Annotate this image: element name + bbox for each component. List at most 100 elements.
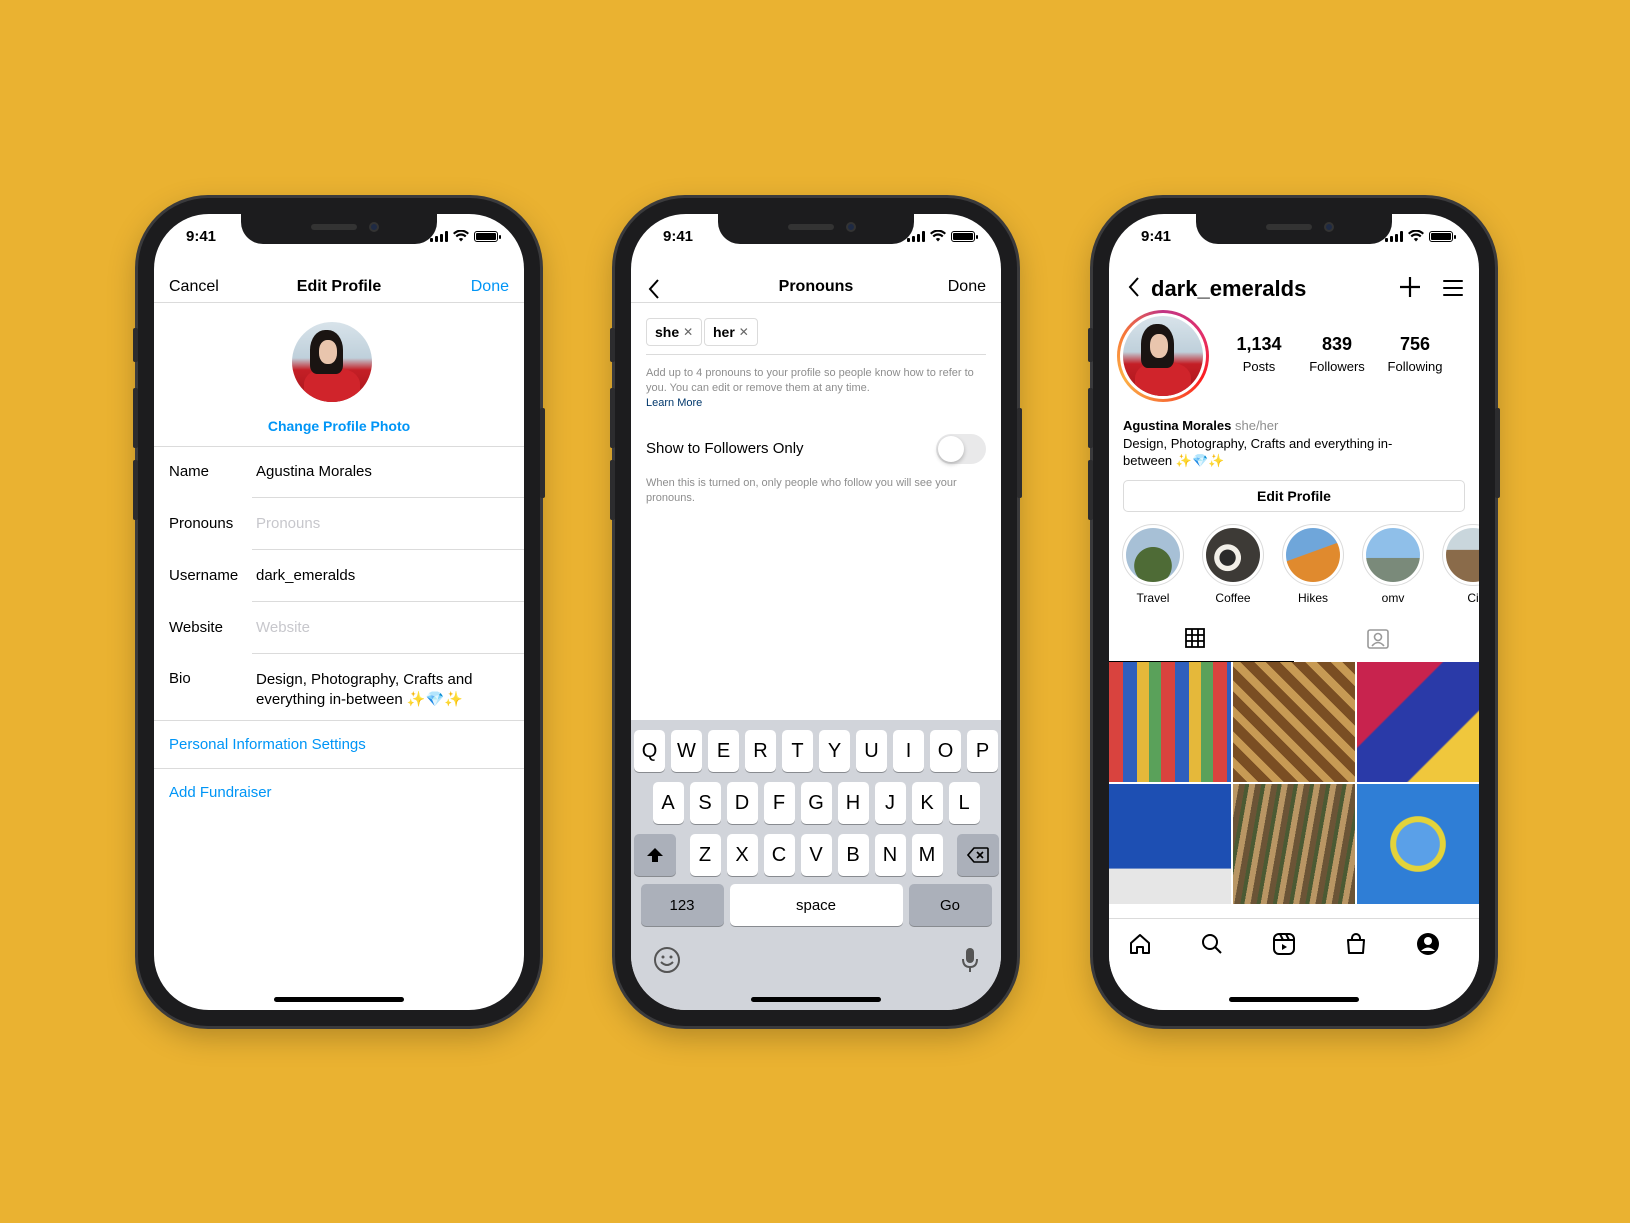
- done-button[interactable]: Done: [471, 278, 509, 296]
- profile-tab-icon[interactable]: [1415, 931, 1441, 957]
- post-thumbnail[interactable]: [1357, 784, 1479, 904]
- phone-edit-profile: 9:41 Cancel Edit Profile Done Change Pro…: [133, 198, 545, 1026]
- key-g[interactable]: G: [800, 782, 832, 824]
- stat-number: 839: [1321, 334, 1353, 354]
- pronoun-chip-she[interactable]: she ✕: [646, 318, 703, 346]
- edit-profile-button[interactable]: Edit Profile: [1123, 480, 1465, 512]
- stat-following[interactable]: 756 Following: [1375, 334, 1455, 374]
- key-l[interactable]: L: [948, 782, 980, 824]
- key-c[interactable]: C: [763, 834, 795, 876]
- post-thumbnail[interactable]: [1109, 662, 1231, 782]
- name-field[interactable]: Agustina Morales: [256, 463, 372, 480]
- home-icon[interactable]: [1127, 931, 1153, 957]
- stat-posts[interactable]: 1,134 Posts: [1219, 334, 1299, 374]
- profile-tabs: [1109, 618, 1479, 662]
- space-key[interactable]: space: [729, 884, 903, 926]
- post-thumbnail[interactable]: [1357, 662, 1479, 782]
- stat-followers[interactable]: 839 Followers: [1297, 334, 1377, 374]
- key-w[interactable]: W: [671, 730, 702, 772]
- home-indicator[interactable]: [274, 997, 404, 1002]
- notch: [1196, 214, 1392, 244]
- numbers-key[interactable]: 123: [640, 884, 724, 926]
- cancel-button[interactable]: Cancel: [169, 278, 219, 296]
- key-f[interactable]: F: [763, 782, 795, 824]
- key-x[interactable]: X: [726, 834, 758, 876]
- keyboard: QWERTYUIOP ASDFGHJKL ZXCVBNM 123 space G…: [631, 720, 1001, 1010]
- phone-profile: 9:41 dark_emeralds 1,134 Posts 839 Follo…: [1088, 198, 1500, 1026]
- back-chevron-icon[interactable]: [647, 278, 661, 300]
- followers-only-toggle[interactable]: [936, 434, 986, 464]
- keyboard-row-4: 123 space Go: [631, 884, 1001, 926]
- highlight-coffee[interactable]: Coffee: [1201, 524, 1265, 605]
- key-t[interactable]: T: [782, 730, 813, 772]
- highlight-travel[interactable]: Travel: [1121, 524, 1185, 605]
- microphone-icon[interactable]: [961, 946, 979, 974]
- profile-avatar-ring[interactable]: [1117, 310, 1209, 402]
- key-n[interactable]: N: [874, 834, 906, 876]
- keyboard-row-2: ASDFGHJKL: [631, 782, 1001, 824]
- username-field[interactable]: dark_emeralds: [256, 567, 355, 584]
- post-thumbnail[interactable]: [1109, 784, 1231, 904]
- done-button[interactable]: Done: [948, 278, 986, 296]
- key-y[interactable]: Y: [819, 730, 850, 772]
- back-chevron-icon[interactable]: [1127, 276, 1141, 298]
- key-p[interactable]: P: [967, 730, 998, 772]
- key-d[interactable]: D: [726, 782, 758, 824]
- page-title: Pronouns: [778, 278, 854, 295]
- key-b[interactable]: B: [837, 834, 869, 876]
- key-i[interactable]: I: [893, 730, 924, 772]
- search-icon[interactable]: [1199, 931, 1225, 957]
- phone-pronouns: 9:41 Pronouns Done she ✕ her ✕ Add up to 4…: [610, 198, 1022, 1026]
- form-row-pronouns[interactable]: Pronouns Pronouns: [154, 498, 524, 550]
- status-time: 9:41: [663, 228, 694, 245]
- go-key[interactable]: Go: [908, 884, 992, 926]
- key-a[interactable]: A: [652, 782, 684, 824]
- home-indicator[interactable]: [751, 997, 881, 1002]
- personal-information-settings-link[interactable]: Personal Information Settings: [169, 736, 366, 753]
- key-r[interactable]: R: [745, 730, 776, 772]
- shift-key[interactable]: [633, 834, 676, 876]
- website-field[interactable]: Website: [256, 619, 310, 636]
- key-v[interactable]: V: [800, 834, 832, 876]
- key-k[interactable]: K: [911, 782, 943, 824]
- learn-more-link[interactable]: Learn More: [646, 397, 702, 409]
- remove-chip-icon[interactable]: ✕: [683, 319, 693, 345]
- remove-chip-icon[interactable]: ✕: [739, 319, 749, 345]
- reels-icon[interactable]: [1271, 931, 1297, 957]
- highlight-hikes[interactable]: Hikes: [1281, 524, 1345, 605]
- menu-icon[interactable]: [1443, 280, 1463, 296]
- emoji-icon[interactable]: [653, 946, 681, 974]
- key-j[interactable]: J: [874, 782, 906, 824]
- pronouns-field[interactable]: Pronouns: [256, 515, 320, 532]
- key-e[interactable]: E: [708, 730, 739, 772]
- shop-icon[interactable]: [1343, 931, 1369, 957]
- tagged-icon[interactable]: [1367, 627, 1389, 649]
- add-fundraiser-link[interactable]: Add Fundraiser: [169, 784, 272, 801]
- highlight-omv[interactable]: omv: [1361, 524, 1425, 605]
- key-m[interactable]: M: [911, 834, 943, 876]
- form-row-website[interactable]: Website Website: [154, 602, 524, 654]
- change-profile-photo-link[interactable]: Change Profile Photo: [154, 418, 524, 434]
- home-indicator[interactable]: [1229, 997, 1359, 1002]
- key-z[interactable]: Z: [689, 834, 721, 876]
- plus-icon[interactable]: [1399, 276, 1421, 298]
- backspace-key[interactable]: [956, 834, 999, 876]
- field-label: Bio: [169, 670, 191, 687]
- pronoun-chip-her[interactable]: her ✕: [704, 318, 758, 346]
- post-thumbnail[interactable]: [1233, 784, 1355, 904]
- grid-icon[interactable]: [1185, 628, 1205, 648]
- form-row-name[interactable]: Name Agustina Morales: [154, 446, 524, 498]
- highlight-ci[interactable]: Ci: [1441, 524, 1479, 605]
- key-q[interactable]: Q: [634, 730, 665, 772]
- bio-field[interactable]: Design, Photography, Crafts and everythi…: [256, 670, 504, 710]
- form-row-username[interactable]: Username dark_emeralds: [154, 550, 524, 602]
- key-o[interactable]: O: [930, 730, 961, 772]
- profile-avatar[interactable]: [292, 322, 372, 402]
- post-thumbnail[interactable]: [1233, 662, 1355, 782]
- key-u[interactable]: U: [856, 730, 887, 772]
- screen: 9:41 Cancel Edit Profile Done Change Pro…: [154, 214, 524, 1010]
- key-s[interactable]: S: [689, 782, 721, 824]
- field-label: Name: [169, 463, 210, 480]
- key-h[interactable]: H: [837, 782, 869, 824]
- form-row-bio[interactable]: Bio Design, Photography, Crafts and ever…: [154, 654, 524, 720]
